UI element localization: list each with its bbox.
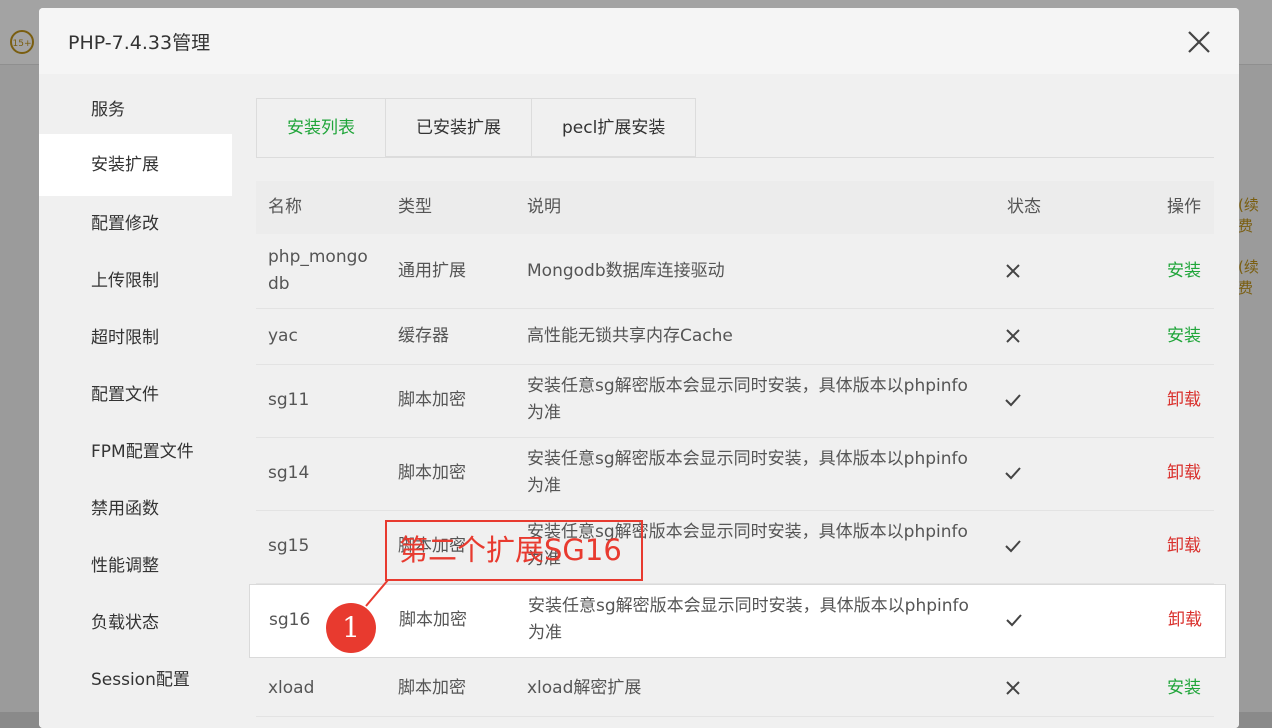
table-row: xload 脚本加密 xload解密扩展 安装 [256, 661, 1214, 717]
tab-installed-extensions[interactable]: 已安装扩展 [386, 98, 532, 157]
php-manage-dialog: PHP-7.4.33管理 服务 安装扩展 配置修改 上传限制 超时限制 配置文件… [39, 8, 1239, 728]
ext-name: sg14 [268, 463, 310, 483]
header-name: 名称 [268, 197, 302, 217]
ext-desc: xload解密扩展 [527, 678, 642, 698]
table-row: yac 缓存器 高性能无锁共享内存Cache 安装 [256, 309, 1214, 365]
install-button[interactable]: 安装 [1167, 258, 1201, 285]
installed-check-icon [1004, 391, 1022, 409]
ext-type: 脚本加密 [398, 678, 466, 698]
sidebar-item-session-config[interactable]: Session配置 [39, 652, 232, 709]
uninstall-button[interactable]: 卸载 [1167, 460, 1201, 487]
header-type: 类型 [398, 197, 432, 217]
header-status: 状态 [1007, 197, 1041, 217]
tab-install-list[interactable]: 安装列表 [256, 98, 386, 158]
uninstall-button[interactable]: 卸载 [1167, 387, 1201, 414]
background-renew-tag: (续费 [1238, 258, 1259, 297]
ext-desc: 安装任意sg解密版本会显示同时安装，具体版本以phpinfo为准 [528, 596, 969, 643]
ext-name: sg15 [268, 536, 310, 556]
content-area: 安装列表 已安装扩展 pecl扩展安装 名称 类型 说明 状态 操作 php_m… [232, 74, 1239, 728]
background-badge: 15+ [10, 30, 34, 54]
table-row: php_mongodb 通用扩展 Mongodb数据库连接驱动 安装 [256, 236, 1214, 309]
sidebar-item-performance[interactable]: 性能调整 [39, 538, 232, 595]
annotation-marker: 1 [326, 603, 376, 653]
sidebar-item-config-file[interactable]: 配置文件 [39, 367, 232, 424]
ext-type: 脚本加密 [399, 610, 467, 630]
ext-desc: Mongodb数据库连接驱动 [527, 261, 725, 281]
uninstall-button[interactable]: 卸载 [1168, 607, 1202, 634]
table-row: sg14 脚本加密 安装任意sg解密版本会显示同时安装，具体版本以phpinfo… [256, 438, 1214, 511]
dialog-title: PHP-7.4.33管理 [68, 32, 211, 54]
sidebar-item-install-extension[interactable]: 安装扩展 [39, 134, 232, 196]
installed-check-icon [1005, 611, 1023, 629]
tab-divider [256, 157, 1214, 158]
background-renew-tag: (续费 [1238, 196, 1259, 235]
annotation-label-box: 第二个扩展SG16 [385, 520, 643, 581]
ext-name: php_mongodb [268, 247, 368, 294]
installed-check-icon [1004, 464, 1022, 482]
sidebar-item-upload-limit[interactable]: 上传限制 [39, 253, 232, 310]
sidebar-menu: 服务 安装扩展 配置修改 上传限制 超时限制 配置文件 FPM配置文件 禁用函数… [39, 74, 232, 728]
sidebar-item-load-status[interactable]: 负载状态 [39, 595, 232, 652]
sidebar-item-config-edit[interactable]: 配置修改 [39, 196, 232, 253]
tab-bar: 安装列表 已安装扩展 pecl扩展安装 [256, 98, 697, 158]
ext-desc: 高性能无锁共享内存Cache [527, 326, 733, 346]
table-header: 名称 类型 说明 状态 操作 [256, 181, 1214, 234]
ext-desc: 安装任意sg解密版本会显示同时安装，具体版本以phpinfo为准 [527, 376, 968, 423]
not-installed-icon [1004, 327, 1022, 345]
not-installed-icon [1004, 262, 1022, 280]
sidebar-item-timeout-limit[interactable]: 超时限制 [39, 310, 232, 367]
install-button[interactable]: 安装 [1167, 675, 1201, 702]
ext-type: 脚本加密 [398, 463, 466, 483]
sidebar-item-service[interactable]: 服务 [39, 82, 232, 139]
extension-table: 名称 类型 说明 状态 操作 php_mongodb 通用扩展 Mongodb数… [249, 181, 1226, 717]
header-operation: 操作 [1167, 197, 1201, 217]
dialog-header: PHP-7.4.33管理 [39, 8, 1239, 74]
ext-name: yac [268, 326, 298, 346]
ext-type: 缓存器 [398, 326, 449, 346]
not-installed-icon [1004, 679, 1022, 697]
ext-name: xload [268, 678, 315, 698]
close-icon[interactable] [1185, 28, 1213, 56]
tab-pecl-install[interactable]: pecl扩展安装 [532, 98, 697, 157]
ext-desc: 安装任意sg解密版本会显示同时安装，具体版本以phpinfo为准 [527, 449, 968, 496]
ext-type: 脚本加密 [398, 390, 466, 410]
ext-name: sg11 [268, 390, 310, 410]
annotation-leader-line [365, 579, 389, 607]
header-desc: 说明 [527, 197, 561, 217]
annotation-label: 第二个扩展SG16 [399, 533, 622, 567]
install-button[interactable]: 安装 [1167, 323, 1201, 350]
uninstall-button[interactable]: 卸载 [1167, 533, 1201, 560]
ext-type: 通用扩展 [398, 261, 466, 281]
table-row: sg11 脚本加密 安装任意sg解密版本会显示同时安装，具体版本以phpinfo… [256, 365, 1214, 438]
sidebar-item-disabled-functions[interactable]: 禁用函数 [39, 481, 232, 538]
sidebar-item-fpm-config[interactable]: FPM配置文件 [39, 424, 232, 481]
installed-check-icon [1004, 537, 1022, 555]
table-row-highlighted: sg16 脚本加密 安装任意sg解密版本会显示同时安装，具体版本以phpinfo… [249, 584, 1226, 658]
